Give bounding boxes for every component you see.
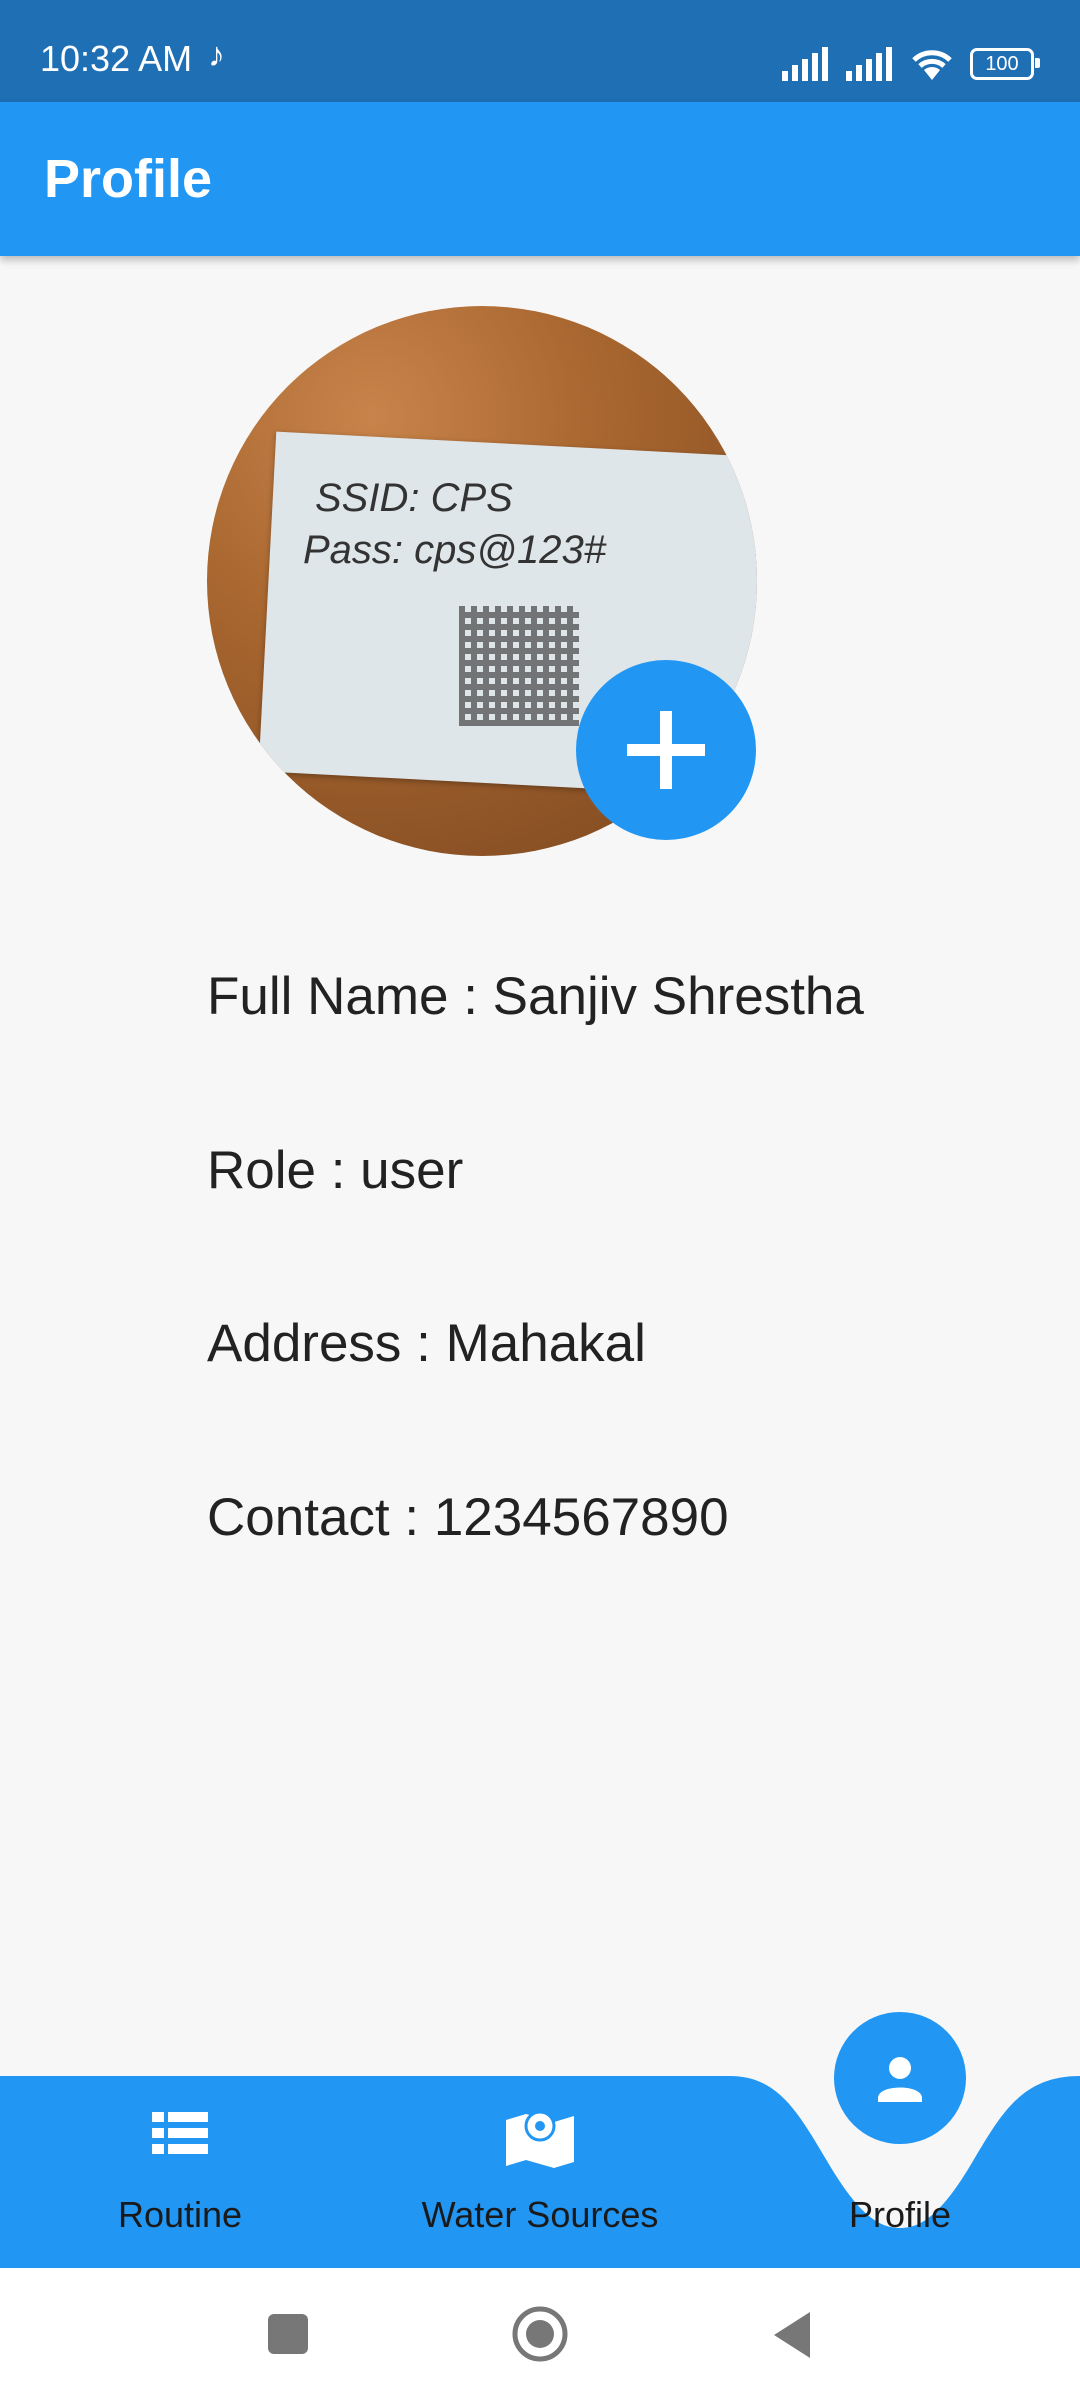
battery-icon: 100 [970,48,1040,80]
nav-label-profile: Profile [848,2194,952,2235]
photo-text-pass: Pass: cps@123# [303,528,606,572]
contact-text: Contact : 1234567890 [207,1488,729,1547]
music-note-icon: ♪ [208,36,225,74]
back-button[interactable] [770,2310,814,2360]
qr-code-image [459,606,579,726]
nav-item-routine[interactable]: Routine [80,2076,280,2268]
status-icons: 100 [780,44,1040,84]
map-icon [506,2110,574,2168]
nav-item-water-sources[interactable]: Water Sources [390,2076,690,2268]
nav-label-routine: Routine [117,2194,243,2235]
nav-label-water-sources: Water Sources [421,2194,659,2235]
full-name-text: Full Name : Sanjiv Shrestha [207,967,864,1026]
status-time: 10:32 AM [40,38,193,79]
battery-level: 100 [985,52,1019,75]
status-bar: 10:32 AM ♪ 100 [0,0,1080,102]
plus-icon [627,711,705,789]
app-bar: Profile [0,102,1080,256]
recent-apps-button[interactable] [268,2314,308,2354]
add-photo-button[interactable] [576,660,756,840]
signal-icon-2 [846,47,892,81]
home-button[interactable] [510,2304,570,2364]
person-icon [878,2057,922,2102]
address-text: Address : Mahakal [207,1314,646,1373]
signal-icon [782,47,828,81]
page-title: Profile [44,149,213,209]
photo-text-ssid: SSID: CPS [315,476,513,520]
list-icon [152,2112,208,2154]
wifi-icon [912,50,952,80]
system-navigation-bar [0,2268,1080,2400]
profile-nav-fab[interactable] [834,2012,966,2144]
role-text: Role : user [207,1141,464,1200]
